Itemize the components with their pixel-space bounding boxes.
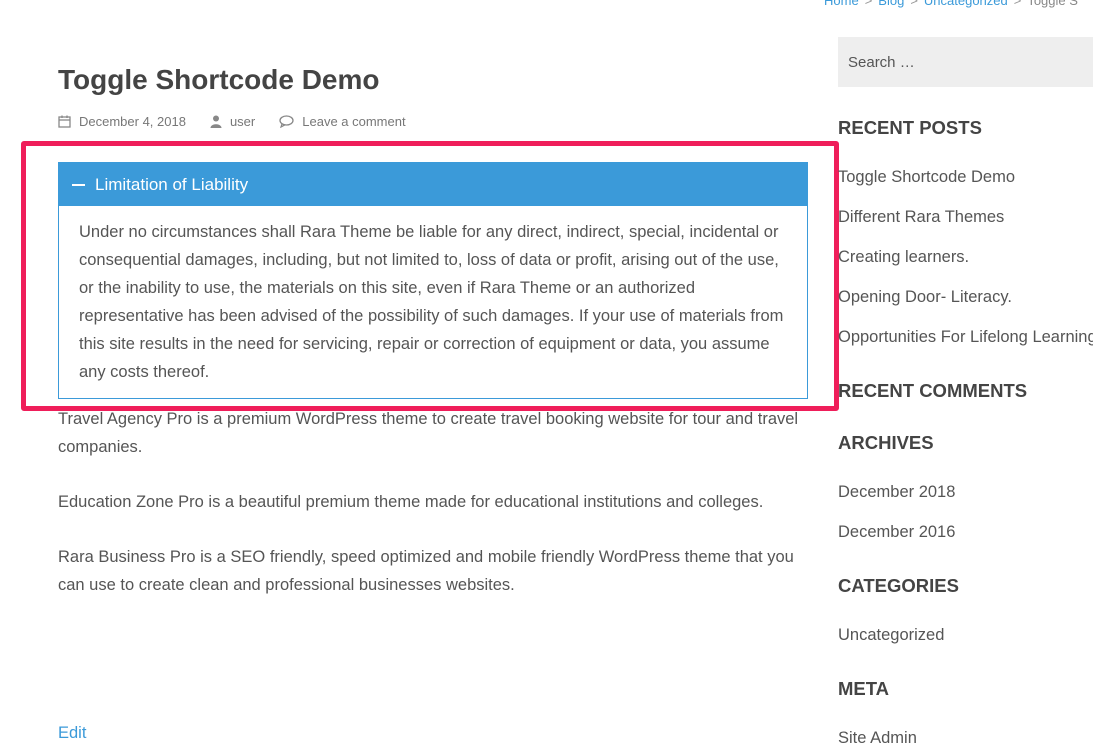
breadcrumb-current: Toggle S <box>1027 0 1078 8</box>
comment-icon <box>279 115 294 128</box>
breadcrumb-separator: > <box>864 0 873 8</box>
post-comments: Leave a comment <box>279 114 406 129</box>
leave-comment-link[interactable]: Leave a comment <box>302 114 405 129</box>
search-input[interactable] <box>838 37 1093 87</box>
recent-posts-list: Toggle Shortcode Demo Different Rara The… <box>838 165 1093 365</box>
list-item: Opening Door- Literacy. <box>838 285 1093 325</box>
archive-link[interactable]: December 2016 <box>838 523 955 541</box>
post-content: Travel Agency Pro is a premium WordPress… <box>58 405 810 626</box>
recent-comments-heading: RECENT COMMENTS <box>838 380 1028 401</box>
categories-heading: CATEGORIES <box>838 575 959 596</box>
post-author-link[interactable]: user <box>230 114 255 129</box>
page: Home > Blog > Uncategorized > Toggle S Toggle … <box>0 0 1093 752</box>
breadcrumb-uncategorized[interactable]: Uncategorized <box>924 0 1008 8</box>
breadcrumb-separator: > <box>910 0 918 8</box>
list-item: Site Admin <box>838 726 917 752</box>
post-date: December 4, 2018 <box>58 114 186 129</box>
breadcrumb-home[interactable]: Home <box>824 0 859 8</box>
toggle-title: Limitation of Liability <box>95 174 249 194</box>
paragraph: Rara Business Pro is a SEO friendly, spe… <box>58 548 794 594</box>
recent-posts-heading: RECENT POSTS <box>838 117 982 138</box>
archives-list: December 2018 December 2016 <box>838 480 955 560</box>
breadcrumb-blog[interactable]: Blog <box>878 0 904 8</box>
recent-post-link[interactable]: Opening Door- Literacy. <box>838 288 1012 306</box>
recent-post-link[interactable]: Creating learners. <box>838 248 969 266</box>
recent-post-link[interactable]: Different Rara Themes <box>838 208 1004 226</box>
list-item: December 2018 <box>838 480 955 520</box>
archives-heading: ARCHIVES <box>838 432 934 453</box>
site-admin-link[interactable]: Site Admin <box>838 729 917 747</box>
minus-icon <box>72 183 85 186</box>
categories-list: Uncategorized <box>838 623 944 663</box>
meta-heading: META <box>838 678 890 699</box>
toggle-shortcode: Limitation of Liability Under no circums… <box>58 162 808 399</box>
meta-list: Site Admin <box>838 726 917 752</box>
user-icon <box>210 115 222 128</box>
post-author: user <box>210 114 255 129</box>
toggle-header[interactable]: Limitation of Liability <box>59 163 807 206</box>
toggle-content: Under no circumstances shall Rara Theme … <box>79 223 784 381</box>
paragraph: Education Zone Pro is a beautiful premiu… <box>58 493 764 511</box>
archive-link[interactable]: December 2018 <box>838 483 955 501</box>
breadcrumb: Home > Blog > Uncategorized > Toggle S <box>824 0 1078 8</box>
category-link[interactable]: Uncategorized <box>838 626 944 644</box>
list-item: Different Rara Themes <box>838 205 1093 245</box>
breadcrumb-separator: > <box>1013 0 1022 8</box>
list-item: Opportunities For Lifelong Learning <box>838 325 1093 365</box>
paragraph: Travel Agency Pro is a premium WordPress… <box>58 410 799 456</box>
calendar-icon <box>58 115 71 128</box>
list-item: Creating learners. <box>838 245 1093 285</box>
recent-post-link[interactable]: Toggle Shortcode Demo <box>838 168 1015 186</box>
post-meta: December 4, 2018 user Leave a comment <box>58 114 430 129</box>
recent-post-link[interactable]: Opportunities For Lifelong Learning <box>838 328 1093 346</box>
list-item: Uncategorized <box>838 623 944 663</box>
edit-link[interactable]: Edit <box>58 724 86 743</box>
list-item: Toggle Shortcode Demo <box>838 165 1093 205</box>
post-title: Toggle Shortcode Demo <box>58 64 380 95</box>
list-item: December 2016 <box>838 520 955 560</box>
post-date-link[interactable]: December 4, 2018 <box>79 114 186 129</box>
